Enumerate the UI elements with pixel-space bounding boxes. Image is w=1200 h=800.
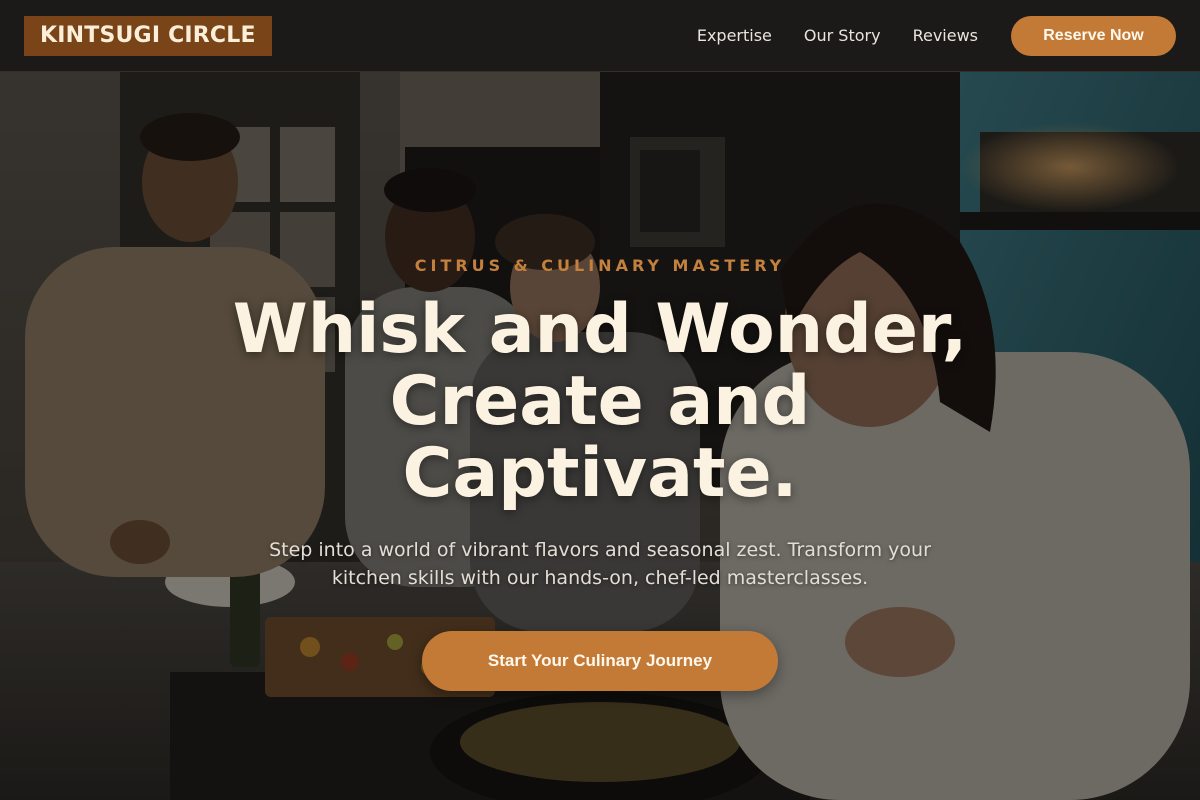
headline-line-1: Whisk and Wonder, [232, 290, 968, 369]
site-header: KINTSUGI CIRCLE Expertise Our Story Revi… [0, 0, 1200, 72]
headline-line-2: Create and [389, 362, 811, 441]
hero-headline: Whisk and Wonder, Create and Captivate. [150, 294, 1050, 510]
brand-logo[interactable]: KINTSUGI CIRCLE [24, 15, 272, 56]
nav-link-reviews[interactable]: Reviews [913, 26, 978, 45]
start-journey-button[interactable]: Start Your Culinary Journey [422, 631, 778, 691]
reserve-now-button[interactable]: Reserve Now [1011, 15, 1176, 56]
main-nav: Expertise Our Story Reviews Reserve Now [697, 15, 1176, 56]
nav-link-expertise[interactable]: Expertise [697, 26, 772, 45]
nav-link-our-story[interactable]: Our Story [804, 26, 881, 45]
hero-eyebrow: CITRUS & CULINARY MASTERY [414, 256, 786, 275]
hero-section: CITRUS & CULINARY MASTERY Whisk and Wond… [0, 72, 1200, 800]
hero-content: CITRUS & CULINARY MASTERY Whisk and Wond… [0, 72, 1200, 800]
hero-subtext: Step into a world of vibrant flavors and… [269, 539, 931, 589]
headline-line-3: Captivate. [402, 434, 798, 513]
